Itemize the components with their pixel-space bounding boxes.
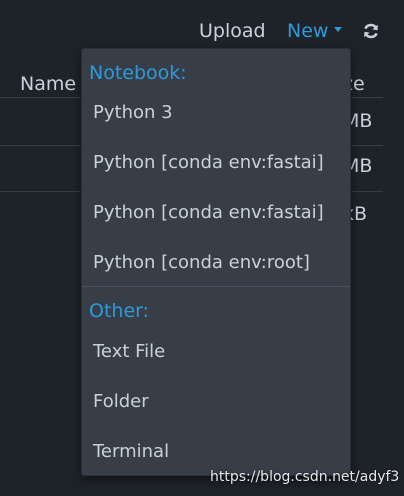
menu-item-terminal[interactable]: Terminal	[93, 440, 169, 464]
menu-item-conda-fastai[interactable]: Python [conda env:fastai]	[93, 151, 324, 175]
upload-button[interactable]: Upload	[199, 19, 266, 43]
other-section-header: Other:	[89, 300, 150, 322]
name-column-header[interactable]: Name	[20, 72, 76, 96]
menu-item-conda-fastai-2[interactable]: Python [conda env:fastai]	[93, 201, 324, 225]
menu-item-python3[interactable]: Python 3	[93, 101, 173, 125]
menu-item-conda-root[interactable]: Python [conda env:root]	[93, 251, 310, 275]
new-button-label: New	[287, 20, 329, 42]
refresh-icon[interactable]	[362, 22, 380, 40]
menu-divider	[82, 286, 350, 287]
menu-item-text-file[interactable]: Text File	[93, 340, 165, 364]
menu-item-folder[interactable]: Folder	[93, 390, 149, 414]
upload-button-label: Upload	[199, 20, 266, 42]
new-dropdown-menu: Notebook: Python 3 Python [conda env:fas…	[81, 48, 351, 476]
watermark-text: https://blog.csdn.net/adyf3	[210, 469, 400, 485]
caret-down-icon	[334, 27, 343, 32]
notebook-section-header: Notebook:	[89, 62, 187, 84]
new-dropdown-button[interactable]: New	[287, 19, 343, 43]
